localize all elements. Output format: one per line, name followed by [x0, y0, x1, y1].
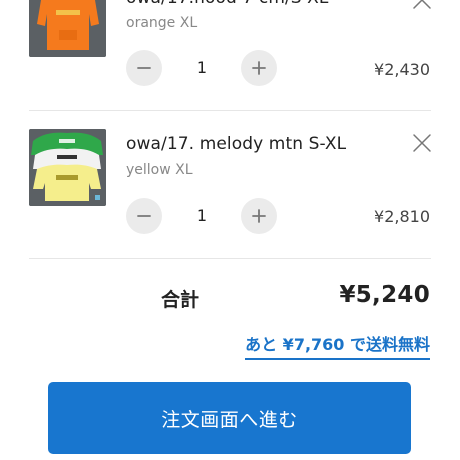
item-price: ¥2,430: [374, 60, 430, 79]
product-variant: yellow XL: [126, 162, 193, 178]
remove-item-button[interactable]: [412, 133, 432, 153]
quantity-increase-button[interactable]: [241, 50, 277, 86]
minus-icon: [137, 215, 151, 217]
product-name[interactable]: owa/17. melody mtn S-XL: [126, 134, 346, 154]
remove-item-button[interactable]: [412, 0, 432, 10]
close-icon: [413, 0, 431, 9]
product-thumbnail[interactable]: [29, 129, 106, 206]
total-label: 合計: [161, 289, 200, 311]
quantity-increase-button[interactable]: [241, 198, 277, 234]
item-price: ¥2,810: [374, 207, 430, 226]
checkout-button[interactable]: 注文画面へ進む: [48, 382, 411, 454]
free-shipping-link[interactable]: あと ¥7,760 で送料無料: [245, 331, 430, 360]
quantity-value: 1: [196, 58, 208, 77]
divider: [29, 258, 431, 259]
quantity-decrease-button[interactable]: [126, 198, 162, 234]
total-value: ¥5,240: [339, 282, 430, 308]
close-icon: [413, 134, 431, 152]
product-variant: orange XL: [126, 15, 198, 31]
plus-icon: [252, 209, 266, 223]
product-name[interactable]: owa/17.hood 7 cm/S-XL: [126, 0, 328, 8]
plus-icon: [252, 61, 266, 75]
divider: [29, 110, 431, 111]
quantity-value: 1: [196, 206, 208, 225]
minus-icon: [137, 67, 151, 69]
product-thumbnail[interactable]: [29, 0, 106, 57]
quantity-decrease-button[interactable]: [126, 50, 162, 86]
